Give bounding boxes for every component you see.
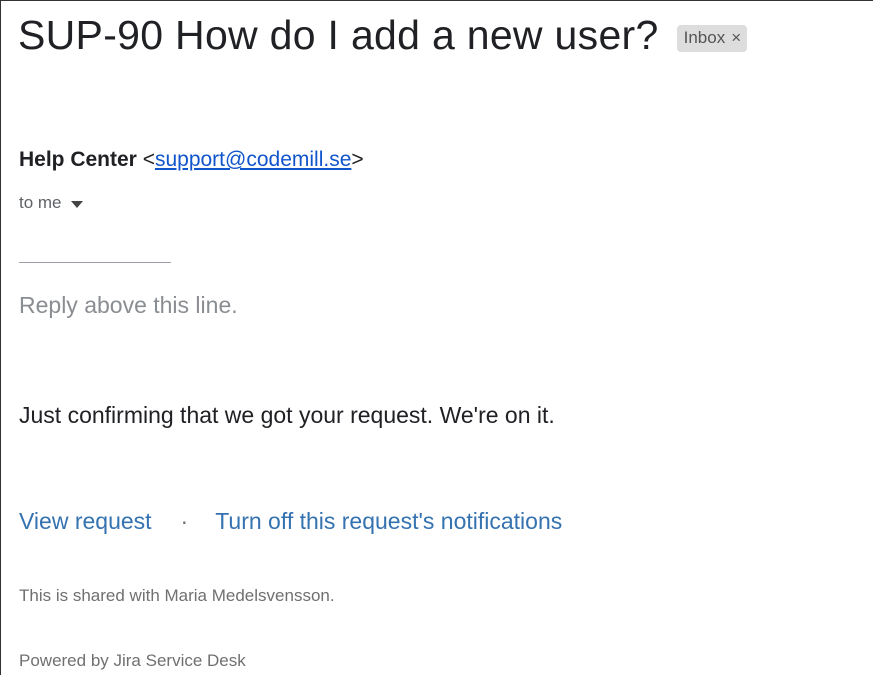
sender-email-link[interactable]: support@codemill.se (155, 148, 351, 171)
reply-separator-line (19, 262, 171, 263)
caret-down-icon[interactable] (70, 200, 83, 208)
recipient-line: to me (19, 193, 83, 213)
sender-line: Help Center <support@codemill.se> (19, 148, 364, 172)
reply-hint: Reply above this line. (19, 292, 238, 318)
sender-open-bracket: < (136, 148, 155, 171)
email-frame (0, 0, 873, 675)
recipient-text: to me (19, 193, 62, 212)
sender-close-bracket: > (351, 148, 364, 171)
close-icon[interactable]: × (731, 28, 741, 48)
view-request-link[interactable]: View request (19, 508, 152, 535)
inbox-label-chip[interactable]: Inbox × (676, 25, 748, 52)
inbox-label-text: Inbox (683, 28, 726, 47)
subject-row: SUP-90 How do I add a new user? Inbox × (18, 12, 748, 59)
turn-off-notifications-link[interactable]: Turn off this request's notifications (215, 508, 562, 535)
request-links: View request · Turn off this request's n… (19, 508, 562, 535)
sender-name: Help Center (19, 148, 137, 171)
email-subject: SUP-90 How do I add a new user? (18, 12, 659, 58)
shared-with-text: This is shared with Maria Medelsvensson. (19, 586, 335, 605)
powered-by-text: Powered by Jira Service Desk (19, 651, 246, 670)
link-separator: · (180, 508, 189, 534)
email-body-text: Just confirming that we got your request… (19, 402, 555, 428)
